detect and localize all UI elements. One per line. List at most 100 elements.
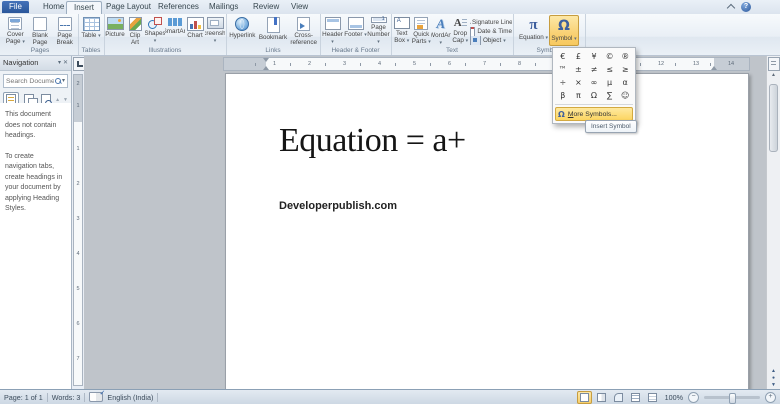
search-icon[interactable] xyxy=(54,78,61,84)
tab-mailings[interactable]: Mailings xyxy=(202,1,245,13)
symbol-cell[interactable]: α xyxy=(617,76,633,89)
previous-page-icon[interactable]: ▲ xyxy=(767,369,780,374)
shapes-button[interactable]: Shapes ▾ xyxy=(145,15,165,46)
tab-page-layout[interactable]: Page Layout xyxy=(99,1,158,13)
outline-view-button[interactable] xyxy=(628,391,643,404)
search-options-arrow-icon[interactable]: ▾ xyxy=(62,77,65,85)
page-number-button[interactable]: Page Number ▾ xyxy=(367,15,390,46)
page-indicator[interactable]: Page: 1 of 1 xyxy=(4,393,43,402)
symbol-cell[interactable]: µ xyxy=(602,76,618,89)
language-indicator[interactable]: English (India) xyxy=(107,393,153,402)
next-heading-icon[interactable]: ▼ xyxy=(63,97,68,103)
tab-file[interactable]: File xyxy=(2,1,29,13)
pane-options-arrow-icon[interactable]: ▾ xyxy=(58,59,61,67)
h-ruler-tick xyxy=(360,63,361,66)
tab-insert[interactable]: Insert xyxy=(66,1,103,15)
symbol-cell[interactable]: ÷ xyxy=(555,76,571,89)
print-layout-view-button[interactable] xyxy=(576,390,592,404)
tab-view[interactable]: View xyxy=(284,1,315,13)
symbol-cell[interactable]: π xyxy=(571,89,587,102)
right-indent-marker[interactable] xyxy=(711,66,717,70)
symbol-cell[interactable]: ± xyxy=(571,63,587,76)
shapes-icon xyxy=(147,17,163,29)
symbol-cell[interactable]: ™ xyxy=(555,63,571,76)
draft-view-button[interactable] xyxy=(645,391,660,404)
zoom-in-button[interactable]: + xyxy=(765,391,776,403)
symbol-cell[interactable]: £ xyxy=(571,50,587,63)
scrollbar-thumb[interactable] xyxy=(769,84,778,152)
drop-cap-button[interactable]: Drop Cap ▾ xyxy=(451,15,471,46)
vertical-ruler[interactable]: 21 1234567 xyxy=(73,74,83,386)
cover-page-button[interactable]: Cover Page ▾ xyxy=(3,15,28,46)
symbol-cell[interactable]: ∞ xyxy=(586,76,602,89)
zoom-level[interactable]: 100% xyxy=(665,393,683,402)
header-button[interactable]: Header ▾ xyxy=(321,15,344,46)
search-input[interactable] xyxy=(6,77,54,85)
symbol-cell[interactable]: ¥ xyxy=(586,50,602,63)
symbol-cell[interactable]: ≠ xyxy=(586,63,602,76)
search-box[interactable]: ▾ xyxy=(3,74,68,88)
symbol-cell[interactable]: × xyxy=(571,76,587,89)
zoom-out-button[interactable]: − xyxy=(688,391,699,403)
date-time-button[interactable]: Date & Time xyxy=(470,27,512,36)
hanging-indent-marker[interactable] xyxy=(263,66,269,70)
full-screen-reading-view-button[interactable] xyxy=(594,391,609,404)
spell-check-icon[interactable]: ✓ xyxy=(89,390,105,402)
symbol-cell[interactable]: ® xyxy=(617,50,633,63)
cross-reference-button[interactable]: Cross-reference xyxy=(288,15,319,46)
web-layout-view-button[interactable] xyxy=(611,391,626,404)
symbol-cell[interactable]: ∑ xyxy=(602,89,618,102)
object-button[interactable]: Object ▾ xyxy=(470,36,512,45)
symbol-cell[interactable]: ≤ xyxy=(602,63,618,76)
zoom-slider-thumb[interactable] xyxy=(729,392,736,404)
smartart-button[interactable]: SmartArt xyxy=(165,15,185,46)
minimize-ribbon-icon[interactable] xyxy=(726,3,736,13)
tab-review[interactable]: Review xyxy=(246,1,286,13)
symbol-cell[interactable]: € xyxy=(555,50,571,63)
symbol-cell[interactable]: ☺ xyxy=(617,89,633,102)
footer-button[interactable]: Footer ▾ xyxy=(344,15,367,46)
symbol-cell[interactable]: © xyxy=(602,50,618,63)
zoom-slider[interactable] xyxy=(704,392,760,404)
pane-close-icon[interactable]: ✕ xyxy=(63,59,68,67)
symbol-cell[interactable]: β xyxy=(555,89,571,102)
signature-line-button[interactable]: Signature Line ▾ xyxy=(470,18,512,27)
previous-heading-icon[interactable]: ▲ xyxy=(55,97,60,103)
picture-button[interactable]: Picture xyxy=(105,15,125,46)
dropdown-arrow-icon: ▾ xyxy=(377,39,380,46)
h-ruler-number: 12 xyxy=(658,61,665,67)
blank-page-button[interactable]: Blank Page xyxy=(28,15,53,46)
navigation-pane-header: Navigation ▾ ✕ xyxy=(0,56,71,71)
dropdown-separator xyxy=(555,104,633,105)
clip-art-button[interactable]: Clip Art xyxy=(125,15,145,46)
scroll-up-icon[interactable]: ▲ xyxy=(767,72,780,78)
v-ruler-number: 3 xyxy=(76,216,80,222)
symbol-button[interactable]: Ω Symbol ▾ xyxy=(549,15,579,46)
bookmark-button[interactable]: Bookmark xyxy=(258,15,289,46)
table-button[interactable]: Table ▾ xyxy=(79,15,103,46)
next-page-icon[interactable]: ▼ xyxy=(767,383,780,388)
symbol-cell[interactable]: Ω xyxy=(586,89,602,102)
chart-button[interactable]: Chart xyxy=(185,15,205,46)
group-label-tables: Tables xyxy=(81,47,101,54)
more-symbols-item[interactable]: Ω More Symbols... xyxy=(555,107,633,121)
equation-button[interactable]: π Equation ▾ xyxy=(518,15,549,46)
first-line-indent-marker[interactable] xyxy=(263,58,269,62)
page-break-button[interactable]: Page Break xyxy=(52,15,77,46)
view-ruler-toggle-icon[interactable] xyxy=(768,57,780,71)
help-icon[interactable]: ? xyxy=(741,2,751,12)
document-page[interactable]: Equation = a+ Developerpublish.com xyxy=(225,73,749,390)
vertical-scrollbar[interactable]: ▲ ▲ ● ▼ xyxy=(766,56,780,390)
screenshot-button[interactable]: Screenshot ▾ xyxy=(205,15,225,46)
h-ruler-tick xyxy=(535,63,536,66)
tab-references[interactable]: References xyxy=(151,1,206,13)
hyperlink-button[interactable]: Hyperlink xyxy=(227,15,258,46)
select-browse-object-icon[interactable]: ● xyxy=(767,376,780,381)
quick-parts-button[interactable]: Quick Parts ▾ xyxy=(412,15,432,46)
wordart-button[interactable]: A WordArt ▾ xyxy=(431,15,451,47)
horizontal-ruler[interactable]: 1234567891011121314 xyxy=(223,57,750,71)
word-count[interactable]: Words: 3 xyxy=(52,393,81,402)
text-box-button[interactable]: Text Box ▾ xyxy=(392,15,412,46)
symbol-cell[interactable]: ≥ xyxy=(617,63,633,76)
picture-icon xyxy=(106,17,124,30)
